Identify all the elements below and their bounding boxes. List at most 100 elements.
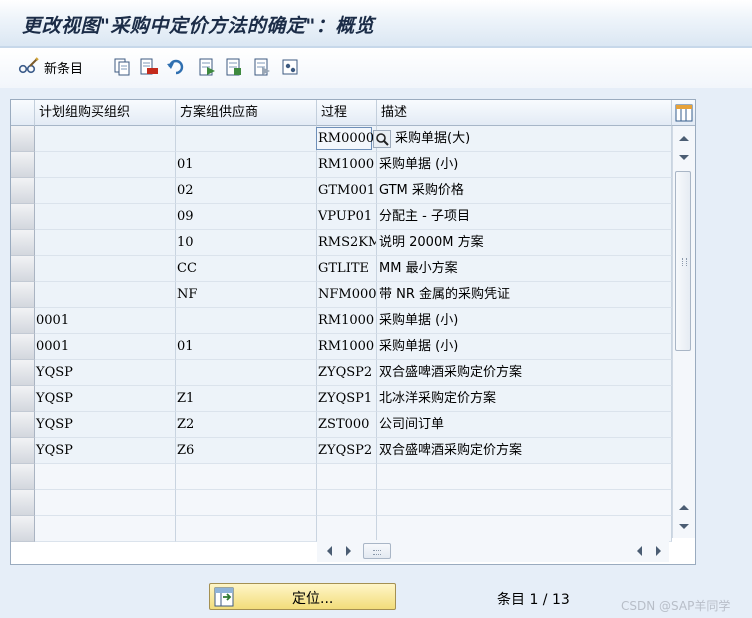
cell-description[interactable]: 北冰洋采购定价方案: [377, 386, 672, 412]
cell-description[interactable]: [377, 490, 672, 516]
cell-vendor-group[interactable]: 01: [176, 152, 317, 178]
undo-change-button[interactable]: [166, 57, 186, 77]
new-entries-button[interactable]: 新条目: [18, 57, 83, 77]
cell-vendor-group[interactable]: CC: [176, 256, 317, 282]
select-block-button[interactable]: [224, 57, 244, 77]
cell-description[interactable]: 双合盛啤酒采购定价方案: [377, 360, 672, 386]
cell-description[interactable]: GTM 采购价格: [377, 178, 672, 204]
cell-procedure[interactable]: GTM001: [317, 178, 377, 204]
cell-procedure[interactable]: RM1000: [317, 334, 377, 360]
cell-procedure[interactable]: RMS2KM: [317, 230, 377, 256]
cell-purchasing-org[interactable]: YQSP: [35, 412, 176, 438]
cell-description[interactable]: 采购单据 (小): [377, 152, 672, 178]
cell-description[interactable]: 说明 2000M 方案: [377, 230, 672, 256]
scroll-left-icon[interactable]: [325, 545, 333, 557]
cell-purchasing-org[interactable]: YQSP: [35, 360, 176, 386]
row-selector[interactable]: [11, 126, 35, 152]
cell-description[interactable]: 双合盛啤酒采购定价方案: [377, 438, 672, 464]
row-selector[interactable]: [11, 412, 35, 438]
cell-description[interactable]: 公司间订单: [377, 412, 672, 438]
row-selector[interactable]: [11, 334, 35, 360]
scroll-far-left-icon[interactable]: [635, 545, 643, 557]
cell-procedure[interactable]: VPUP01: [317, 204, 377, 230]
cell-purchasing-org[interactable]: [35, 490, 176, 516]
cell-vendor-group[interactable]: Z1: [176, 386, 317, 412]
row-selector[interactable]: [11, 152, 35, 178]
column-settings-button[interactable]: [672, 100, 695, 126]
cell-procedure[interactable]: ZST000: [317, 412, 377, 438]
cell-procedure[interactable]: ZYQSP2: [317, 438, 377, 464]
row-selector[interactable]: [11, 464, 35, 490]
page-down-icon[interactable]: [678, 523, 690, 531]
horizontal-scrollbar[interactable]: [317, 540, 669, 562]
row-selector[interactable]: [11, 360, 35, 386]
cell-vendor-group[interactable]: [176, 464, 317, 490]
row-selector[interactable]: [11, 230, 35, 256]
cell-purchasing-org[interactable]: [35, 256, 176, 282]
scroll-up-icon[interactable]: [678, 134, 690, 142]
row-selector[interactable]: [11, 282, 35, 308]
cell-vendor-group[interactable]: Z6: [176, 438, 317, 464]
cell-description[interactable]: 带 NR 金属的采购凭证: [377, 282, 672, 308]
cell-vendor-group[interactable]: Z2: [176, 412, 317, 438]
column-header-vendor-group[interactable]: 方案组供应商: [176, 100, 317, 126]
cell-purchasing-org[interactable]: [35, 126, 176, 152]
cell-description[interactable]: MM 最小方案: [377, 256, 672, 282]
scroll-down-icon[interactable]: [678, 154, 690, 162]
row-selector[interactable]: [11, 204, 35, 230]
cell-purchasing-org[interactable]: [35, 516, 176, 542]
row-selector[interactable]: [11, 178, 35, 204]
copy-as-button[interactable]: [112, 57, 132, 77]
cell-vendor-group[interactable]: 10: [176, 230, 317, 256]
cell-procedure[interactable]: [317, 464, 377, 490]
cell-purchasing-org[interactable]: YQSP: [35, 438, 176, 464]
scroll-far-right-icon[interactable]: [655, 545, 663, 557]
cell-vendor-group[interactable]: [176, 516, 317, 542]
cell-description[interactable]: [377, 464, 672, 490]
cell-vendor-group[interactable]: [176, 308, 317, 334]
row-selector[interactable]: [11, 490, 35, 516]
cell-description[interactable]: 采购单据 (小): [377, 334, 672, 360]
delete-button[interactable]: [139, 57, 159, 77]
cell-description[interactable]: 采购单据(大): [377, 126, 672, 152]
cell-purchasing-org[interactable]: YQSP: [35, 386, 176, 412]
config-button[interactable]: [280, 57, 300, 77]
vertical-scrollbar[interactable]: [672, 126, 695, 538]
cell-purchasing-org[interactable]: [35, 204, 176, 230]
cell-purchasing-org[interactable]: [35, 152, 176, 178]
cell-procedure[interactable]: [317, 516, 377, 542]
cell-vendor-group[interactable]: [176, 490, 317, 516]
column-header-description[interactable]: 描述: [377, 100, 672, 126]
deselect-all-button[interactable]: [252, 57, 272, 77]
row-selector[interactable]: [11, 308, 35, 334]
horizontal-scroll-thumb[interactable]: [363, 543, 391, 559]
cell-purchasing-org[interactable]: 0001: [35, 334, 176, 360]
cell-procedure[interactable]: RM1000: [317, 152, 377, 178]
position-button[interactable]: 定位...: [209, 583, 396, 610]
cell-procedure[interactable]: ZYQSP2: [317, 360, 377, 386]
cell-procedure[interactable]: GTLITE: [317, 256, 377, 282]
vertical-scroll-thumb[interactable]: [675, 171, 691, 351]
value-help-button[interactable]: [373, 130, 391, 148]
cell-vendor-group[interactable]: 01: [176, 334, 317, 360]
cell-procedure[interactable]: NFM000: [317, 282, 377, 308]
cell-description[interactable]: 分配主 - 子项目: [377, 204, 672, 230]
cell-purchasing-org[interactable]: [35, 230, 176, 256]
cell-purchasing-org[interactable]: [35, 282, 176, 308]
cell-vendor-group[interactable]: [176, 126, 317, 152]
row-selector[interactable]: [11, 516, 35, 542]
cell-purchasing-org[interactable]: [35, 178, 176, 204]
cell-procedure[interactable]: [317, 490, 377, 516]
select-all-button[interactable]: [197, 57, 217, 77]
page-up-icon[interactable]: [678, 503, 690, 511]
cell-purchasing-org[interactable]: 0001: [35, 308, 176, 334]
cell-vendor-group[interactable]: 09: [176, 204, 317, 230]
cell-vendor-group[interactable]: NF: [176, 282, 317, 308]
column-header-procedure[interactable]: 过程: [317, 100, 377, 126]
cell-vendor-group[interactable]: 02: [176, 178, 317, 204]
cell-procedure[interactable]: ZYQSP1: [317, 386, 377, 412]
row-selector[interactable]: [11, 438, 35, 464]
procedure-input-focused[interactable]: RM0000: [316, 127, 374, 150]
row-selector[interactable]: [11, 386, 35, 412]
cell-procedure[interactable]: RM1000: [317, 308, 377, 334]
